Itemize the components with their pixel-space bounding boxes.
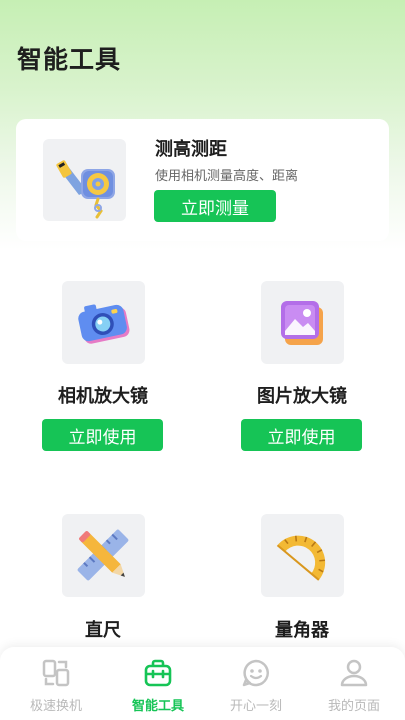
page-title: 智能工具 xyxy=(17,45,122,74)
featured-tool-card[interactable]: 测高测距 使用相机测量高度、距离 立即测量 xyxy=(16,119,389,241)
measure-now-button[interactable]: 立即测量 xyxy=(154,190,276,222)
tool-icon-box-ruler[interactable] xyxy=(62,514,145,597)
picture-icon xyxy=(281,301,323,345)
smile-face-icon xyxy=(242,659,269,687)
person-icon xyxy=(340,659,368,687)
tool-icon-box-picture-magnifier[interactable] xyxy=(261,281,344,364)
nav-label-happy-moment: 开心一刻 xyxy=(229,699,282,714)
tool-name-picture-magnifier: 图片放大镜 xyxy=(257,386,347,407)
protractor-icon xyxy=(276,535,326,581)
nav-label-my-page: 我的页面 xyxy=(327,699,380,714)
featured-icon-box xyxy=(43,139,126,221)
tool-name-ruler: 直尺 xyxy=(85,620,121,641)
nav-item-phone-transfer[interactable]: 极速换机 xyxy=(11,647,101,720)
toolbox-icon xyxy=(144,659,172,687)
ruler-pencil-icon xyxy=(77,529,129,581)
nav-item-smart-tools[interactable]: 智能工具 xyxy=(113,647,203,720)
tool-name-camera-magnifier: 相机放大镜 xyxy=(58,386,148,407)
nav-item-my-page[interactable]: 我的页面 xyxy=(309,647,399,720)
use-camera-magnifier-button[interactable]: 立即使用 xyxy=(42,419,163,451)
nav-label-phone-transfer: 极速换机 xyxy=(29,699,82,714)
nav-item-happy-moment[interactable]: 开心一刻 xyxy=(211,647,301,720)
featured-title: 测高测距 xyxy=(155,139,227,160)
tool-icon-box-protractor[interactable] xyxy=(261,514,344,597)
tool-name-protractor: 量角器 xyxy=(275,620,329,641)
phone-transfer-icon xyxy=(42,659,70,687)
bottom-nav: 极速换机 智能工具 开心一刻 我的页面 xyxy=(0,647,405,720)
nav-label-smart-tools: 智能工具 xyxy=(131,699,184,714)
featured-description: 使用相机测量高度、距离 xyxy=(155,169,299,184)
camera-icon xyxy=(78,304,130,344)
tape-measure-icon xyxy=(56,160,115,219)
tool-icon-box-camera-magnifier[interactable] xyxy=(62,281,145,364)
use-picture-magnifier-button[interactable]: 立即使用 xyxy=(241,419,362,451)
